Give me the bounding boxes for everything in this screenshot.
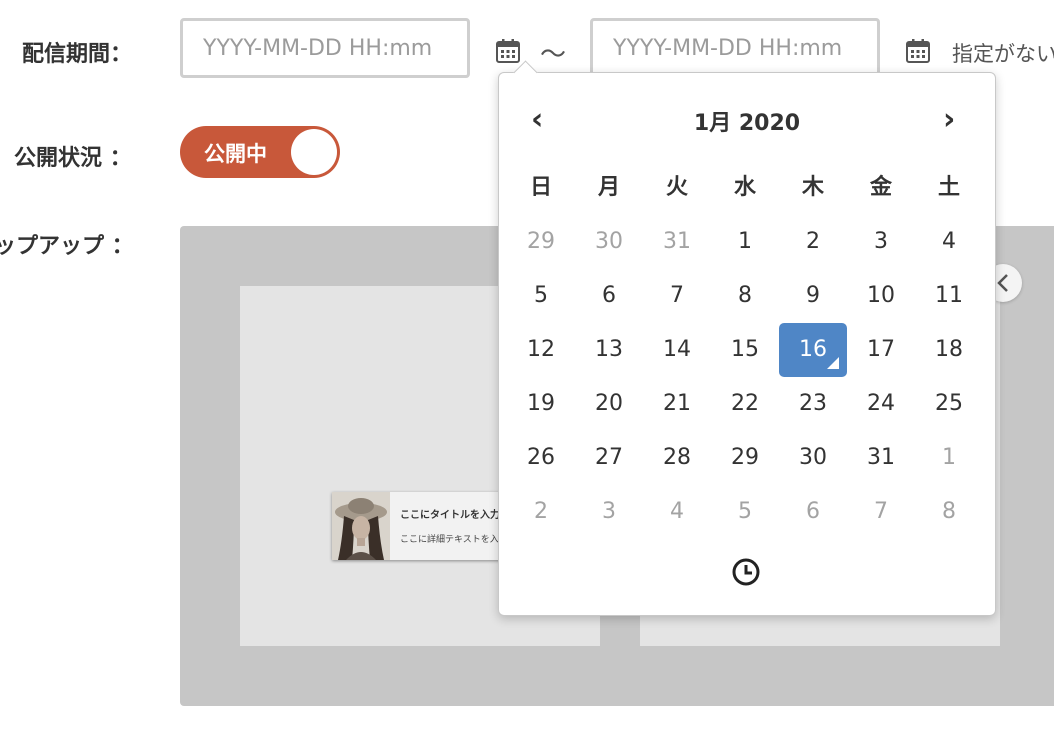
weekday-header: 木 bbox=[801, 175, 824, 200]
calendar-day[interactable]: 7 bbox=[847, 485, 915, 539]
unspecified-checkbox-label[interactable]: 指定がない bbox=[952, 38, 1054, 68]
calendar-day[interactable]: 5 bbox=[507, 269, 575, 323]
calendar-day[interactable]: 3 bbox=[575, 485, 643, 539]
calendar-day[interactable]: 30 bbox=[779, 431, 847, 485]
calendar-day[interactable]: 7 bbox=[643, 269, 711, 323]
calendar-day[interactable]: 29 bbox=[711, 431, 779, 485]
calendar-icon[interactable] bbox=[905, 38, 931, 64]
toggle-knob bbox=[291, 129, 337, 175]
calendar-day[interactable]: 10 bbox=[847, 269, 915, 323]
datepicker-month-title: 1月 2020 bbox=[693, 111, 801, 136]
prev-month-button[interactable]: ‹ bbox=[531, 105, 543, 135]
calendar-day[interactable]: 5 bbox=[711, 485, 779, 539]
calendar-day[interactable]: 13 bbox=[575, 323, 643, 377]
calendar-day[interactable]: 22 bbox=[711, 377, 779, 431]
calendar-day[interactable]: 20 bbox=[575, 377, 643, 431]
calendar-day[interactable]: 2 bbox=[779, 215, 847, 269]
calendar-day[interactable]: 15 bbox=[711, 323, 779, 377]
calendar-day[interactable]: 6 bbox=[575, 269, 643, 323]
range-separator: 〜 bbox=[540, 40, 567, 70]
calendar-day[interactable]: 12 bbox=[507, 323, 575, 377]
calendar-day[interactable]: 8 bbox=[711, 269, 779, 323]
period-label: 配信期間： bbox=[22, 42, 133, 67]
status-label: 公開状況 ： bbox=[14, 146, 132, 171]
calendar-day[interactable]: 31 bbox=[847, 431, 915, 485]
page: 配信期間： 〜 指定がない 公開状況 ： 公開中 bbox=[0, 0, 1054, 748]
calendar-day[interactable]: 8 bbox=[915, 485, 983, 539]
weekday-header: 水 bbox=[733, 175, 756, 200]
chevron-left-icon bbox=[997, 274, 1008, 292]
calendar-day[interactable]: 11 bbox=[915, 269, 983, 323]
calendar-day[interactable]: 2 bbox=[507, 485, 575, 539]
calendar-day[interactable]: 18 bbox=[915, 323, 983, 377]
calendar-day[interactable]: 6 bbox=[779, 485, 847, 539]
calendar-icon[interactable] bbox=[495, 38, 521, 64]
start-date-input[interactable] bbox=[180, 18, 470, 78]
weekday-header: 日 bbox=[529, 175, 552, 200]
popup-label: ップアップ ： bbox=[0, 234, 134, 259]
next-month-button[interactable]: › bbox=[943, 105, 955, 135]
calendar-day[interactable]: 25 bbox=[915, 377, 983, 431]
calendar-day[interactable]: 23 bbox=[779, 377, 847, 431]
calendar-day[interactable]: 9 bbox=[779, 269, 847, 323]
weekday-header: 火 bbox=[665, 175, 688, 200]
calendar-day[interactable]: 30 bbox=[575, 215, 643, 269]
datepicker-caret bbox=[513, 60, 538, 85]
calendar-day[interactable]: 29 bbox=[507, 215, 575, 269]
datepicker: 1月 2020 ‹ › 日月火水木金土 29 30 31 1 2 3 4 5 6 7 8 9 10 11 12… bbox=[498, 60, 996, 616]
calendar-day[interactable]: 1 bbox=[711, 215, 779, 269]
end-date-input[interactable] bbox=[590, 18, 880, 78]
calendar-day[interactable]: 31 bbox=[643, 215, 711, 269]
calendar-day[interactable]: 26 bbox=[507, 431, 575, 485]
clock-icon[interactable] bbox=[731, 557, 761, 587]
calendar-day[interactable]: 4 bbox=[643, 485, 711, 539]
calendar-day[interactable]: 17 bbox=[847, 323, 915, 377]
publish-status-toggle[interactable]: 公開中 bbox=[180, 126, 340, 178]
banner-thumbnail bbox=[332, 492, 390, 560]
calendar-day[interactable]: 28 bbox=[643, 431, 711, 485]
calendar-day[interactable]: 14 bbox=[643, 323, 711, 377]
weekday-header: 月 bbox=[597, 175, 620, 200]
calendar-day[interactable]: 19 bbox=[507, 377, 575, 431]
calendar-day[interactable]: 3 bbox=[847, 215, 915, 269]
calendar-day[interactable]: 21 bbox=[643, 377, 711, 431]
calendar-day[interactable]: 27 bbox=[575, 431, 643, 485]
calendar-day[interactable]: 4 bbox=[915, 215, 983, 269]
calendar-day-number: 16 bbox=[799, 337, 827, 362]
weekday-header: 金 bbox=[869, 175, 892, 200]
weekday-header: 土 bbox=[937, 175, 960, 200]
calendar-day-selected[interactable]: 16 bbox=[779, 323, 847, 377]
toggle-label: 公開中 bbox=[204, 142, 267, 166]
calendar-day[interactable]: 24 bbox=[847, 377, 915, 431]
calendar-day[interactable]: 1 bbox=[915, 431, 983, 485]
selected-corner-mark bbox=[827, 357, 839, 369]
